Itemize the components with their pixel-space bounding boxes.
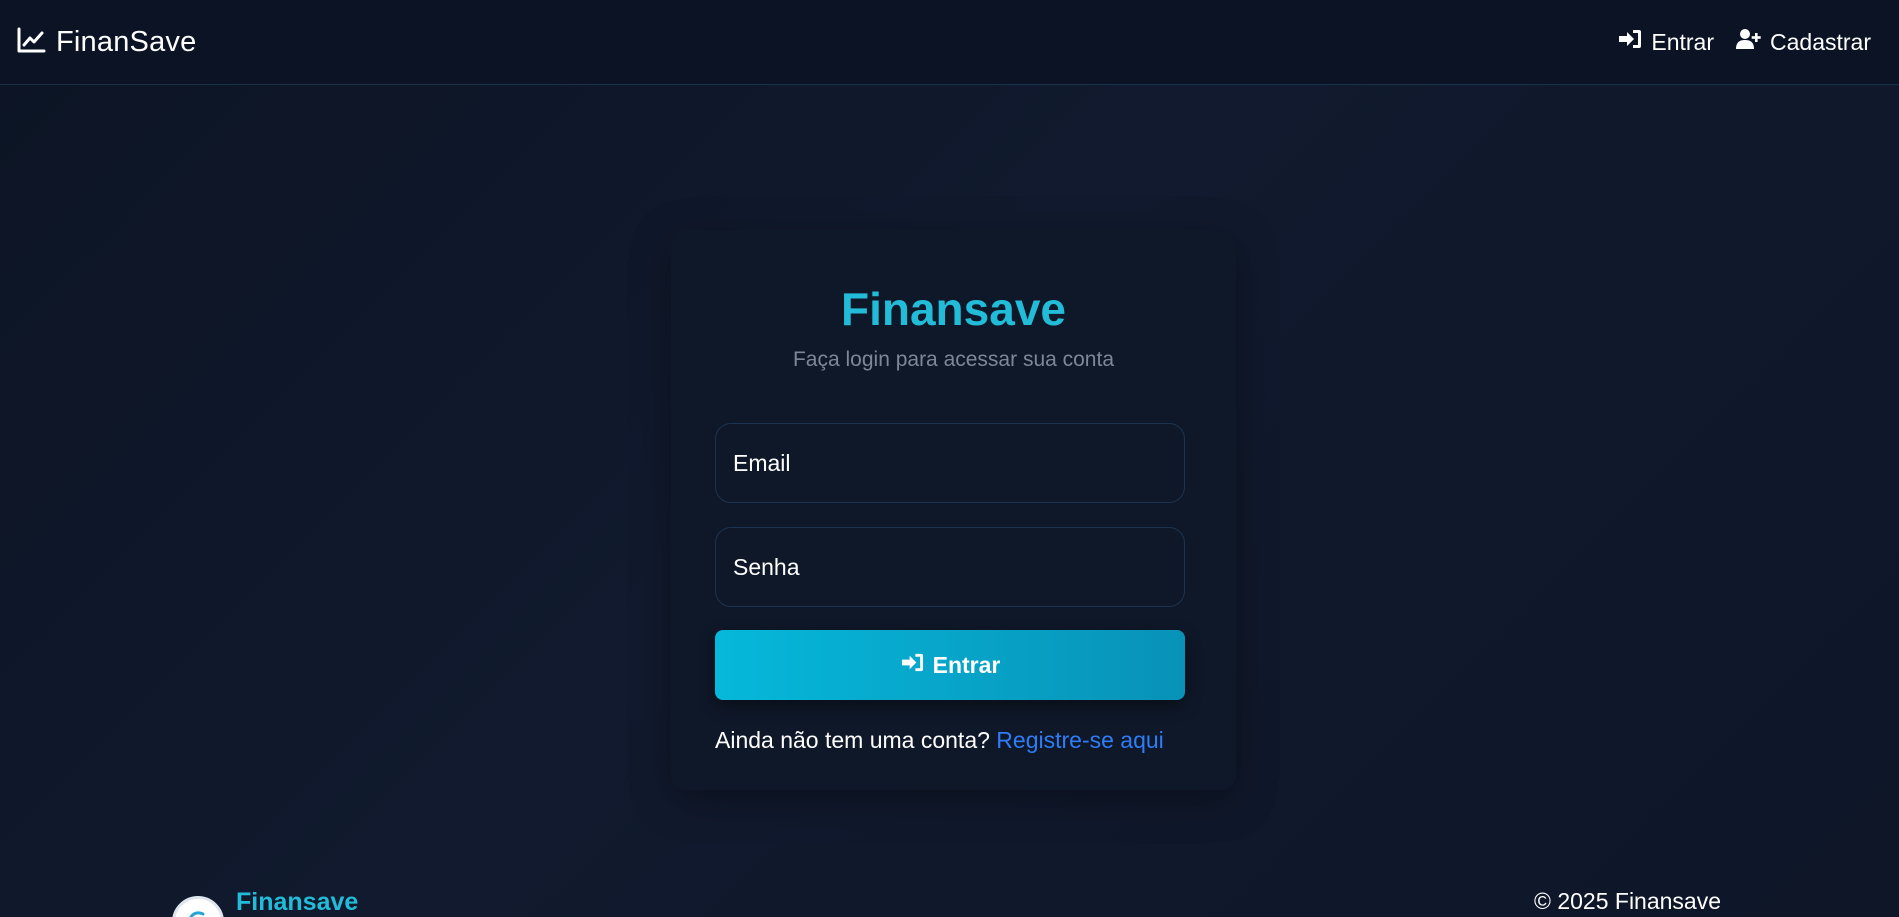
login-card: Finansave Faça login para acessar sua co… — [671, 230, 1236, 790]
footer-brand-name: Finansave — [236, 888, 359, 916]
login-button-label: Entrar — [932, 651, 1001, 678]
brand[interactable]: FinanSave — [16, 26, 196, 59]
password-field[interactable]: Senha — [715, 527, 1185, 607]
sign-in-icon — [900, 651, 925, 680]
chart-line-icon — [16, 26, 46, 59]
footer-copyright: © 2025 Finansave — [1534, 888, 1722, 914]
nav-login-label: Entrar — [1651, 28, 1715, 55]
sign-in-icon — [1617, 27, 1643, 57]
login-button[interactable]: Entrar — [715, 630, 1185, 700]
footer-brand: Finansave — [172, 888, 358, 917]
nav-login-link[interactable]: Entrar — [1617, 27, 1714, 57]
signup-prompt: Ainda não tem uma conta? — [715, 727, 990, 753]
nav-register-link[interactable]: Cadastrar — [1736, 27, 1871, 57]
brand-name: FinanSave — [56, 25, 197, 58]
nav-links: Entrar Cadastrar — [1617, 27, 1871, 57]
email-field[interactable]: Email — [715, 423, 1185, 503]
login-title: Finansave — [841, 283, 1066, 335]
signup-prompt-line: Ainda não tem uma conta? Registre-se aqu… — [715, 727, 1185, 754]
top-navbar: FinanSave Entrar Cadastrar — [0, 0, 1899, 85]
password-placeholder: Senha — [733, 553, 800, 580]
email-placeholder: Email — [733, 449, 791, 476]
user-plus-icon — [1736, 27, 1762, 57]
login-subtitle: Faça login para acessar sua conta — [792, 348, 1115, 371]
register-link[interactable]: Registre-se aqui — [996, 727, 1163, 753]
nav-register-label: Cadastrar — [1770, 28, 1871, 55]
footer-logo-icon — [172, 896, 224, 917]
